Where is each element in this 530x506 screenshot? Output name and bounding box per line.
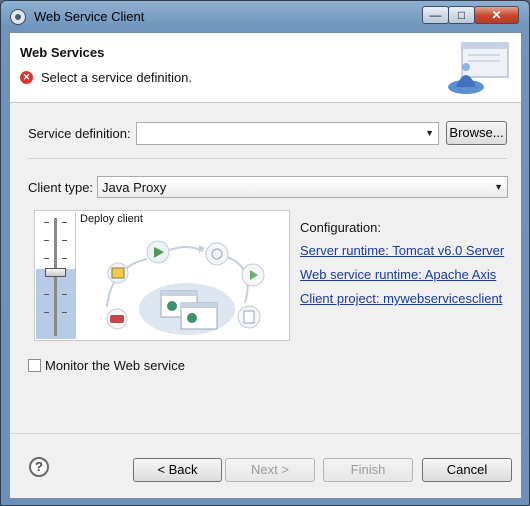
close-button[interactable]: ✕: [474, 6, 519, 24]
next-button[interactable]: Next >: [225, 458, 315, 482]
monitor-checkbox-label: Monitor the Web service: [45, 358, 185, 373]
cancel-button[interactable]: Cancel: [422, 458, 512, 482]
slider-level-label: Deploy client: [80, 213, 143, 225]
wizard-banner-icon: [448, 42, 509, 94]
service-definition-label: Service definition:: [28, 126, 131, 141]
separator: [28, 158, 507, 159]
client-project-link[interactable]: Client project: mywebservicesclient: [300, 291, 502, 306]
wizard-banner: Web Services ✕ Select a service definiti…: [10, 33, 521, 103]
configuration-title: Configuration:: [300, 220, 381, 235]
page-title: Web Services: [20, 45, 105, 60]
client-type-label: Client type:: [28, 180, 94, 195]
window-title: Web Service Client: [34, 9, 145, 24]
deploy-level-slider[interactable]: [36, 212, 76, 339]
maximize-button[interactable]: □: [448, 6, 475, 24]
client-type-value: Java Proxy: [102, 180, 167, 195]
service-definition-combo[interactable]: ▼: [136, 122, 439, 145]
monitor-checkbox[interactable]: [28, 359, 41, 372]
slider-thumb[interactable]: [45, 268, 66, 277]
minimize-button[interactable]: —: [422, 6, 449, 24]
chevron-down-icon: ▼: [425, 128, 434, 138]
client-preview: Deploy client: [34, 210, 290, 341]
back-button[interactable]: < Back: [133, 458, 222, 482]
slider-rail: [54, 218, 57, 336]
dialog-window: Web Service Client — □ ✕ Web Services ✕ …: [0, 0, 530, 506]
help-icon[interactable]: ?: [29, 457, 49, 477]
client-type-combo[interactable]: Java Proxy ▼: [97, 176, 508, 198]
error-icon: ✕: [20, 71, 33, 84]
app-icon: [10, 9, 26, 25]
browse-button[interactable]: Browse...: [446, 121, 507, 145]
web-service-runtime-link[interactable]: Web service runtime: Apache Axis: [300, 267, 496, 282]
chevron-down-icon: ▼: [494, 182, 503, 192]
deployment-diagram: [106, 240, 265, 335]
title-bar[interactable]: Web Service Client — □ ✕: [1, 1, 529, 33]
footer-separator: [10, 433, 521, 434]
status-message: Select a service definition.: [41, 70, 193, 85]
server-runtime-link[interactable]: Server runtime: Tomcat v6.0 Server: [300, 243, 504, 258]
finish-button[interactable]: Finish: [323, 458, 413, 482]
dialog-body: Web Services ✕ Select a service definiti…: [9, 32, 522, 499]
